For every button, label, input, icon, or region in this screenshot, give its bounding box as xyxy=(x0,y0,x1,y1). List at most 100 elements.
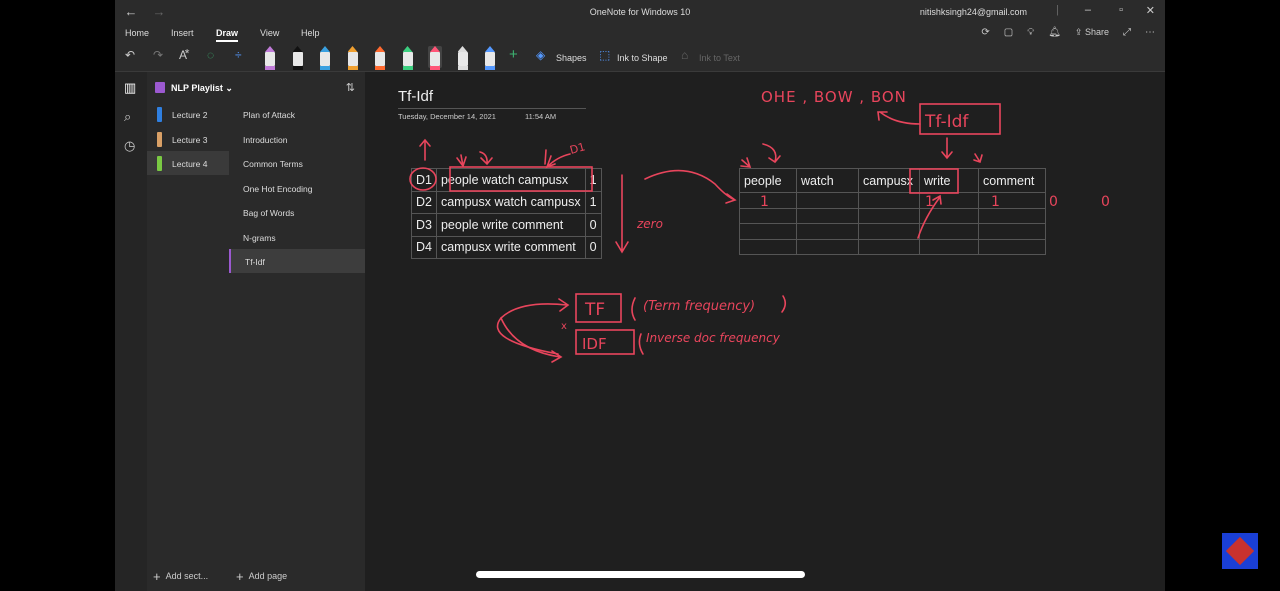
section-item-lecture-2[interactable]: Lecture 2 xyxy=(147,102,229,126)
add-section-button[interactable]: + Add sect... xyxy=(153,569,208,584)
ink-bracket-tf xyxy=(631,297,636,321)
more-options-icon[interactable]: ⋯ xyxy=(1145,27,1155,38)
section-color-tab xyxy=(157,131,162,147)
tab-draw[interactable]: Draw xyxy=(216,28,239,42)
close-icon[interactable]: ✕ xyxy=(1146,4,1155,17)
redo-icon[interactable]: ↷ xyxy=(153,48,163,62)
page-item-plan-of-attack[interactable]: Plan of Attack xyxy=(229,102,365,126)
tab-home[interactable]: Home xyxy=(125,28,149,38)
ink-zero-comment: 0 xyxy=(1101,194,1110,210)
page-item-introduction[interactable]: Introduction xyxy=(229,127,365,151)
home-indicator xyxy=(476,571,805,578)
page-item-one-hot-encoding[interactable]: One Hot Encoding xyxy=(229,176,365,200)
share-button[interactable]: ⇪ Share xyxy=(1075,27,1109,38)
plus-icon: + xyxy=(236,569,244,584)
ink-arrow-d1 xyxy=(545,153,571,169)
pen-4-icon[interactable] xyxy=(346,46,360,70)
page-item-bag-of-words[interactable]: Bag of Words xyxy=(229,200,365,224)
pen-3-icon[interactable] xyxy=(318,46,332,70)
ink-box-watch xyxy=(909,168,959,194)
chevron-down-icon: ⌄ xyxy=(225,83,233,93)
section-item-lecture-4[interactable]: Lecture 4 xyxy=(147,151,229,175)
lasso-icon[interactable]: ◌ xyxy=(207,48,214,62)
lasso-select-icon[interactable]: A⃰ xyxy=(179,48,187,62)
pen-2-icon[interactable] xyxy=(291,46,305,70)
ink-to-text-icon: ⌂ xyxy=(681,48,689,62)
page-item-n-grams[interactable]: N-grams xyxy=(229,225,365,249)
page-canvas[interactable]: Tf-Idf Tuesday, December 14, 2021 11:54 … xyxy=(365,72,1165,591)
ink-methods-text: OHE , BOW , BON xyxy=(761,88,907,106)
page-label: Tf-Idf xyxy=(245,257,265,267)
minimize-icon[interactable]: – xyxy=(1085,4,1091,16)
pen-1-icon[interactable] xyxy=(263,46,277,70)
notebook-name[interactable]: NLP Playlist ⌄ xyxy=(171,83,233,94)
add-pen-icon[interactable]: + xyxy=(509,46,518,63)
maximize-icon[interactable]: ▫ xyxy=(1119,4,1123,16)
ink-one-campusx: 1 xyxy=(991,194,1000,210)
pen-7-icon[interactable] xyxy=(428,46,442,70)
page-item-tf-idf[interactable]: Tf-Idf xyxy=(229,249,365,273)
tab-help[interactable]: Help xyxy=(301,28,320,38)
section-label: Lecture 4 xyxy=(172,159,208,169)
shapes-icon[interactable]: ◈ xyxy=(536,48,545,62)
undo-icon[interactable]: ↶ xyxy=(125,48,135,62)
sort-icon[interactable]: ⇅ xyxy=(346,81,355,94)
divider-icon: | xyxy=(1056,4,1059,16)
channel-logo-icon xyxy=(1222,533,1258,569)
add-page-button[interactable]: + Add page xyxy=(236,569,287,584)
expand-icon[interactable]: ⤢ xyxy=(1123,27,1131,38)
shapes-button[interactable]: Shapes xyxy=(556,53,587,63)
ink-arrow-to-people xyxy=(740,157,752,168)
ink-arrow-tfidf-to-methods xyxy=(877,111,921,125)
lightbulb-icon[interactable]: 💡︎ xyxy=(1027,27,1034,38)
draw-toolbar: ↶ ↷ A⃰ ◌ ÷ + ◈ Shapes ⬚ Ink to Shape ⌂ I… xyxy=(115,44,1165,72)
ink-arrow-column-down xyxy=(615,174,629,254)
search-icon[interactable]: ⌕ xyxy=(124,109,131,125)
ink-annotations: OHE , BOW , BON Tf-Idf D1 zero TF (Term … xyxy=(409,88,1110,363)
tab-insert[interactable]: Insert xyxy=(171,28,194,38)
pen-5-icon[interactable] xyxy=(373,46,387,70)
add-space-icon[interactable]: ÷ xyxy=(235,48,242,62)
user-account[interactable]: nitishksingh24@gmail.com xyxy=(920,7,1027,17)
add-page-label: Add page xyxy=(248,571,288,581)
notebooks-icon[interactable]: ▥ xyxy=(124,80,136,96)
ink-arrow-to-vocab xyxy=(644,169,737,204)
notebook-header[interactable]: NLP Playlist ⌄ ⇅ xyxy=(147,72,365,102)
title-bar: ← → OneNote for Windows 10 nitishksingh2… xyxy=(115,0,1165,24)
ink-tick-d1 xyxy=(544,149,547,165)
share-icon: ⇪ xyxy=(1074,27,1085,37)
pen-6-icon[interactable] xyxy=(401,46,415,70)
ink-d1-text: D1 xyxy=(568,140,586,157)
pen-8-icon[interactable] xyxy=(456,46,470,70)
ink-text-group: OHE , BOW , BON Tf-Idf D1 zero TF (Term … xyxy=(561,88,1110,353)
section-color-tab xyxy=(157,107,162,122)
ink-arrow-loop-top xyxy=(496,298,570,355)
ink-zero-text: zero xyxy=(636,217,663,231)
ink-box-d1-text xyxy=(449,166,593,192)
pen-9-icon[interactable] xyxy=(483,46,497,70)
section-label: Lecture 2 xyxy=(172,110,208,120)
recent-clock-icon[interactable]: ◷ xyxy=(124,138,135,154)
ink-to-shape-icon[interactable]: ⬚ xyxy=(599,48,610,62)
sync-icon[interactable]: ⟳ xyxy=(981,27,989,38)
section-item-lecture-3[interactable]: Lecture 3 xyxy=(147,127,229,151)
notebook-icon xyxy=(155,82,165,93)
ink-bracket-idf xyxy=(638,333,644,355)
page-item-common-terms[interactable]: Common Terms xyxy=(229,151,365,175)
section-color-tab xyxy=(157,156,162,171)
ink-to-text-button: Ink to Text xyxy=(699,53,740,63)
page-label: One Hot Encoding xyxy=(243,183,313,194)
bell-icon[interactable]: 🔔︎ xyxy=(1048,27,1061,38)
ink-tf-box-text: TF xyxy=(584,300,605,320)
section-label: Lecture 3 xyxy=(172,134,208,145)
ink-idf-box-text: IDF xyxy=(582,335,607,353)
sticky-note-icon[interactable]: ▢ xyxy=(1004,27,1013,38)
page-label: N-grams xyxy=(243,232,276,243)
ink-to-shape-button[interactable]: Ink to Shape xyxy=(617,53,668,63)
ink-arrow-to-campusx xyxy=(973,153,983,164)
ink-arrow-down-1 xyxy=(456,154,467,168)
ink-one-people: 1 xyxy=(760,194,769,210)
sections-panel: Lecture 2 Lecture 3 Lecture 4 xyxy=(147,102,229,591)
tab-view[interactable]: View xyxy=(260,28,279,38)
page-label: Bag of Words xyxy=(243,208,295,218)
